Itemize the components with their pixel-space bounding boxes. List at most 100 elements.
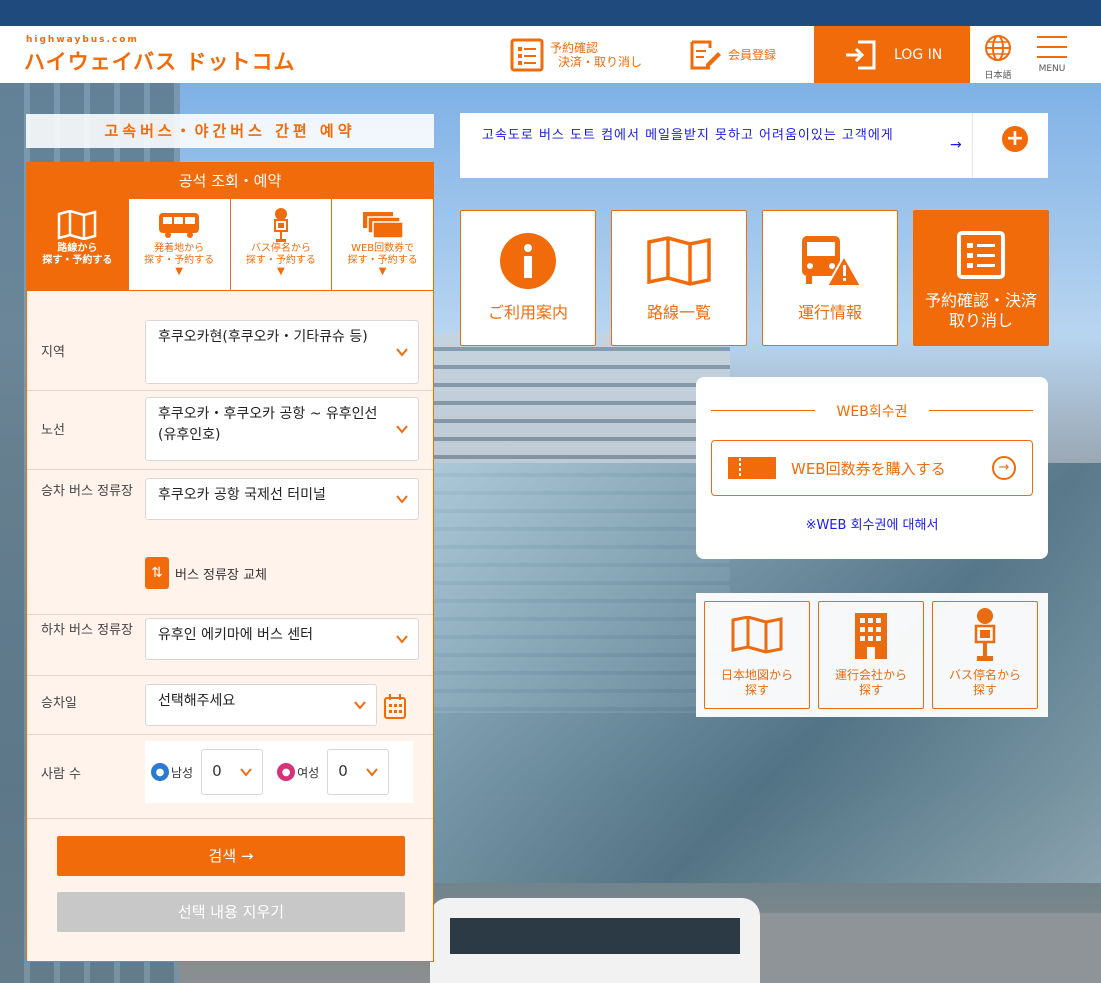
chevron-down-icon <box>396 635 408 644</box>
panel-header: 공석 조회・예약 <box>27 163 433 199</box>
tab-origin-search[interactable]: 発着地から 探す・予約する ▼ <box>129 199 231 290</box>
swap-icon: ⇅ <box>145 557 169 589</box>
operator-search-tile[interactable]: 運行会社から 探す <box>818 601 924 709</box>
date-row: 승차일 선택해주세요 <box>27 676 433 735</box>
web-coupon-title: WEB회수권 <box>836 404 908 420</box>
alighting-select[interactable]: 유후인 에키마에 버스 센터 <box>145 618 419 660</box>
map-icon <box>647 236 711 286</box>
top-strip <box>0 0 1101 26</box>
map-icon <box>58 210 97 240</box>
plus-icon[interactable]: + <box>1002 126 1028 152</box>
notice-divider <box>972 113 973 178</box>
route-label: 노선 <box>41 423 65 438</box>
menu-label: MENU <box>1038 64 1066 74</box>
route-list-tile[interactable]: 路線一覧 <box>611 210 747 346</box>
background-plaza <box>760 913 1101 983</box>
search-tiles: 日本地図から 探す 運行会社から 探す バス停名から 探す <box>696 593 1048 717</box>
logo-subtitle: highwaybus.com <box>26 35 139 45</box>
tile-label-line2: 取り消し <box>948 311 1013 330</box>
busstop-name-search-tile[interactable]: バス停名から 探す <box>932 601 1038 709</box>
japan-map-search-tile[interactable]: 日本地図から 探す <box>704 601 810 709</box>
alighting-value: 유후인 에키마에 버스 센터 <box>158 627 314 643</box>
tab-webticket-search[interactable]: WEB回数券で 探す・予約する ▼ <box>332 199 433 290</box>
mail-notice-banner[interactable]: 고속도로 버스 도트 컴에서 메일을받지 못하고 어려움이있는 고객에게 → + <box>460 113 1048 178</box>
edit-document-icon <box>690 40 721 69</box>
tile-label: 運行情報 <box>797 303 862 322</box>
caret-down-icon: ▼ <box>175 266 183 277</box>
bus-window <box>450 918 740 954</box>
region-label: 지역 <box>41 345 65 360</box>
building-icon <box>855 613 887 659</box>
web-coupon-box: WEB회수권 WEB回数券を購入する → ※WEB 회수권에 대해서 <box>696 377 1048 559</box>
date-select[interactable]: 선택해주세요 <box>145 684 377 726</box>
caret-down-icon: ▼ <box>277 266 285 277</box>
tab-label-line2: 探す・予約する <box>42 255 113 266</box>
tab-busstop-search[interactable]: バス停名から 探す・予約する ▼ <box>231 199 333 290</box>
route-value: 후쿠오카・후쿠오카 공항 ~ 유후인선(유후인호) <box>158 406 378 443</box>
chevron-down-icon <box>396 495 408 504</box>
login-button[interactable]: LOG IN <box>814 26 970 83</box>
search-panel: 공석 조회・예약 路線から 探す・予約する 発着地から 探す・予約する ▼ バス… <box>26 162 434 962</box>
list-icon <box>957 231 1005 279</box>
swap-busstop-button[interactable]: ⇅ 버스 정류장 교체 <box>145 557 267 589</box>
service-info-tile[interactable]: 運行情報 <box>762 210 898 346</box>
female-label: 여성 <box>297 765 320 780</box>
region-select[interactable]: 후쿠오카현(후쿠오카・기타큐슈 등) <box>145 320 419 384</box>
bus-icon <box>159 213 200 238</box>
boarding-label: 승차 버스 정류장 <box>41 484 133 499</box>
region-row: 지역 후쿠오카현(후쿠오카・기타큐슈 등) <box>27 291 433 391</box>
bus-stop-icon <box>974 608 996 661</box>
list-icon <box>510 38 544 71</box>
tab-label-line1: WEB回数券で <box>351 243 415 254</box>
people-selectors: ● 남성 0 ● 여성 0 <box>145 741 413 803</box>
buy-web-coupon-label: WEB回数券を購入する <box>791 459 946 478</box>
buy-web-coupon-button[interactable]: WEB回数券を購入する → <box>711 440 1033 496</box>
tickets-icon <box>362 212 404 239</box>
tab-route-search[interactable]: 路線から 探す・予約する <box>27 199 129 290</box>
alighting-row: 하차 버스 정류장 유후인 에키마에 버스 센터 <box>27 615 433 676</box>
female-count-select[interactable]: 0 <box>327 749 390 795</box>
female-count-value: 0 <box>338 762 348 780</box>
bus-warning-icon <box>802 236 862 287</box>
people-label: 사람 수 <box>41 767 82 782</box>
hamburger-bar <box>1037 56 1067 58</box>
menu-button[interactable]: MENU <box>1034 36 1070 74</box>
reservation-check-tile[interactable]: 予約確認・決済 取り消し <box>913 210 1049 346</box>
arrow-circle-right-icon: → <box>992 456 1016 480</box>
search-button[interactable]: 검색 → <box>57 836 405 876</box>
boarding-select[interactable]: 후쿠오카 공항 국제선 터미널 <box>145 478 419 520</box>
swap-label: 버스 정류장 교체 <box>175 567 267 583</box>
notice-text: 고속도로 버스 도트 컴에서 메일을받지 못하고 어려움이있는 고객에게 <box>482 128 894 143</box>
login-label: LOG IN <box>894 46 943 63</box>
male-count-select[interactable]: 0 <box>201 749 264 795</box>
reservation-check-link[interactable]: 予約確認 決済・取り消し <box>510 26 642 83</box>
login-icon <box>846 40 876 69</box>
male-label: 남성 <box>171 765 194 780</box>
arrow-right-icon: → <box>950 137 962 153</box>
easy-reservation-title: 고속버스・야간버스 간편 예약 <box>26 114 434 148</box>
reservation-check-line2: 決済・取り消し <box>558 54 643 69</box>
calendar-icon[interactable] <box>383 692 407 722</box>
tile-label-line2: 探す <box>972 683 997 697</box>
clear-selection-button[interactable]: 선택 내용 지우기 <box>57 892 405 932</box>
usage-guide-tile[interactable]: ご利用案内 <box>460 210 596 346</box>
tile-label-line1: バス停名から <box>948 668 1021 682</box>
about-web-coupon-link[interactable]: ※WEB 회수권에 대해서 <box>696 514 1048 533</box>
female-icon: ● <box>277 763 296 781</box>
hamburger-icon <box>1037 36 1067 38</box>
date-value: 선택해주세요 <box>158 693 236 709</box>
male-count-value: 0 <box>212 762 222 780</box>
tile-label-line1: 運行会社から <box>834 668 907 682</box>
tile-label-line2: 探す <box>858 683 883 697</box>
globe-icon <box>985 35 1011 61</box>
tile-label-line2: 探す <box>744 683 769 697</box>
tab-label-line1: 路線から <box>57 243 98 254</box>
member-register-link[interactable]: 会員登録 <box>688 26 776 83</box>
tile-label-line1: 予約確認・決済 <box>924 291 1037 310</box>
tab-label-line1: バス停名から <box>250 243 311 254</box>
site-logo[interactable]: highwaybus.com ハイウェイバス ドットコム <box>24 35 295 76</box>
route-select[interactable]: 후쿠오카・후쿠오카 공항 ~ 유후인선(유후인호) <box>145 397 419 461</box>
background-bus <box>430 898 760 983</box>
info-icon <box>500 233 556 289</box>
language-selector[interactable]: 日本語 <box>980 34 1016 81</box>
